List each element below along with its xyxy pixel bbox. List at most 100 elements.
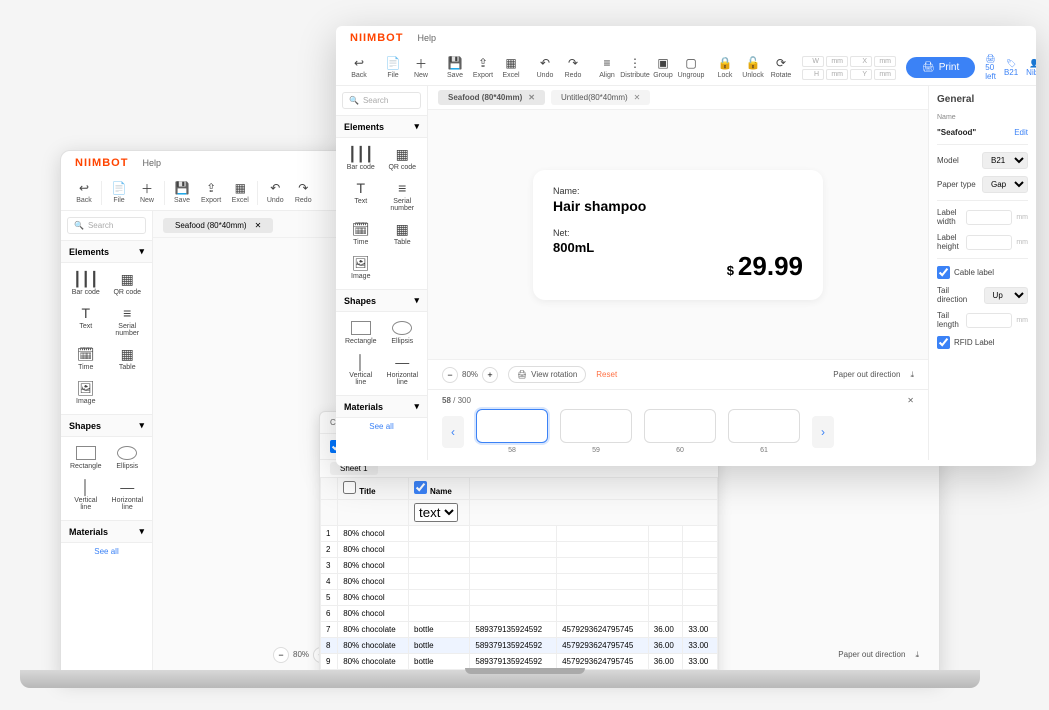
rotate-button[interactable]: ⟳Rotate <box>768 54 794 81</box>
redo-button[interactable]: ↷Redo <box>560 54 586 81</box>
new-button[interactable]: ＋New <box>134 179 160 206</box>
model-select[interactable]: B21 <box>982 152 1028 169</box>
export-button[interactable]: ⇪Export <box>470 54 496 81</box>
table-row[interactable]: 580% chocol <box>321 590 718 606</box>
col-name-checkbox[interactable] <box>414 481 427 494</box>
label-preview[interactable]: Name: Hair shampoo Net: 800mL $29.99 <box>533 170 823 300</box>
thumbnail[interactable] <box>644 409 716 443</box>
image-element[interactable]: 🖼Image <box>342 253 380 283</box>
help-link[interactable]: Help <box>417 33 436 43</box>
barcode-element[interactable]: ┃┃┃Bar code <box>342 144 380 174</box>
save-button[interactable]: 💾Save <box>169 179 195 206</box>
ungroup-button[interactable]: ▢Ungroup <box>678 54 704 81</box>
file-button[interactable]: 📄File <box>106 179 132 206</box>
help-link[interactable]: Help <box>142 158 161 168</box>
materials-header[interactable]: Materials▾ <box>61 520 152 543</box>
vline-shape[interactable]: │Vertical line <box>342 352 380 389</box>
thumbnail[interactable] <box>476 409 548 443</box>
tail-dir-select[interactable]: Up <box>984 287 1028 304</box>
undo-button[interactable]: ↶Undo <box>262 179 288 206</box>
col-title-checkbox[interactable] <box>343 481 356 494</box>
serial-element[interactable]: ≡Serial number <box>109 303 147 340</box>
edit-link[interactable]: Edit <box>1014 128 1028 137</box>
text-element[interactable]: TText <box>67 303 105 340</box>
close-icon[interactable]: ✕ <box>907 396 914 405</box>
image-element[interactable]: 🖼Image <box>67 378 105 408</box>
distribute-button[interactable]: ⋮Distribute <box>622 54 648 81</box>
align-button[interactable]: ≡Align <box>594 54 620 81</box>
table-row[interactable]: 280% chocol <box>321 542 718 558</box>
thumbnail[interactable] <box>560 409 632 443</box>
ellipsis-shape[interactable]: Ellipsis <box>109 443 147 473</box>
table-row[interactable]: 480% chocol <box>321 574 718 590</box>
table-element[interactable]: ▦Table <box>109 344 147 374</box>
rectangle-shape[interactable]: Rectangle <box>342 318 380 348</box>
user-icon[interactable]: 👤 <box>1029 59 1036 68</box>
excel-button[interactable]: ▦Excel <box>227 179 253 206</box>
close-icon[interactable]: ✕ <box>528 93 535 102</box>
lock-button[interactable]: 🔒Lock <box>712 54 738 81</box>
zoom-out-button[interactable]: − <box>273 647 289 663</box>
see-all-link[interactable]: See all <box>61 543 152 560</box>
time-element[interactable]: 🗓Time <box>67 344 105 374</box>
zoom-in-button[interactable]: + <box>482 367 498 383</box>
new-button[interactable]: ＋New <box>408 54 434 81</box>
redo-button[interactable]: ↷Redo <box>290 179 316 206</box>
export-button[interactable]: ⇪Export <box>197 179 225 206</box>
table-row[interactable]: 680% chocol <box>321 606 718 622</box>
view-rotation-button[interactable]: 🖨View rotation <box>508 366 586 383</box>
table-row[interactable]: 180% chocol <box>321 526 718 542</box>
serial-element[interactable]: ≡Serial number <box>384 178 422 215</box>
doc-tab-second[interactable]: Untitled(80*40mm)✕ <box>551 90 650 105</box>
back-button[interactable]: ↩Back <box>71 179 97 206</box>
dimension-inputs[interactable]: WmmXmm HmmYmm <box>802 56 896 80</box>
hline-shape[interactable]: —Horizontal line <box>109 477 147 514</box>
qrcode-element[interactable]: ▦QR code <box>109 269 147 299</box>
print-button[interactable]: 🖨Print <box>906 57 975 78</box>
zoom-out-button[interactable]: − <box>442 367 458 383</box>
tail-len-input[interactable] <box>966 313 1012 328</box>
shapes-header[interactable]: Shapes▾ <box>61 414 152 437</box>
table-row[interactable]: 380% chocol <box>321 558 718 574</box>
label-height-input[interactable] <box>966 235 1012 250</box>
doc-tab-active[interactable]: Seafood (80*40mm)✕ <box>438 90 545 105</box>
hline-shape[interactable]: —Horizontal line <box>384 352 422 389</box>
file-button[interactable]: 📄File <box>380 54 406 81</box>
unlock-button[interactable]: 🔓Unlock <box>740 54 766 81</box>
label-width-input[interactable] <box>966 210 1012 225</box>
thumb-prev-button[interactable]: ‹ <box>442 416 464 448</box>
rectangle-shape[interactable]: Rectangle <box>67 443 105 473</box>
group-button[interactable]: ▣Group <box>650 54 676 81</box>
elements-header[interactable]: Elements▾ <box>336 115 427 138</box>
thumb-next-button[interactable]: › <box>812 416 834 448</box>
shapes-header[interactable]: Shapes▾ <box>336 289 427 312</box>
table-row[interactable]: 880% chocolatebottle58937913592459245792… <box>321 638 718 654</box>
search-input[interactable]: 🔍Search <box>67 217 146 234</box>
search-input[interactable]: 🔍Search <box>342 92 421 109</box>
text-element[interactable]: TText <box>342 178 380 215</box>
doc-tab-back[interactable]: Seafood (80*40mm)✕ <box>163 218 273 233</box>
excel-button[interactable]: ▦Excel <box>498 54 524 81</box>
see-all-link[interactable]: See all <box>336 418 427 435</box>
elements-header[interactable]: Elements▾ <box>61 240 152 263</box>
rfid-checkbox[interactable] <box>937 336 950 349</box>
vline-shape[interactable]: │Vertical line <box>67 477 105 514</box>
close-icon[interactable]: ✕ <box>255 221 262 230</box>
ellipse-icon <box>392 321 412 335</box>
materials-header[interactable]: Materials▾ <box>336 395 427 418</box>
time-element[interactable]: 🗓Time <box>342 219 380 249</box>
ellipsis-shape[interactable]: Ellipsis <box>384 318 422 348</box>
qrcode-element[interactable]: ▦QR code <box>384 144 422 174</box>
barcode-element[interactable]: ┃┃┃Bar code <box>67 269 105 299</box>
table-row[interactable]: 780% chocolatebottle58937913592459245792… <box>321 622 718 638</box>
back-button[interactable]: ↩Back <box>346 54 372 81</box>
cable-label-checkbox[interactable] <box>937 266 950 279</box>
undo-button[interactable]: ↶Undo <box>532 54 558 81</box>
paper-type-select[interactable]: Gap <box>982 176 1028 193</box>
reset-link[interactable]: Reset <box>596 370 617 379</box>
col-type-select[interactable]: text <box>414 503 458 522</box>
thumbnail[interactable] <box>728 409 800 443</box>
table-element[interactable]: ▦Table <box>384 219 422 249</box>
save-button[interactable]: 💾Save <box>442 54 468 81</box>
close-icon[interactable]: ✕ <box>634 93 641 102</box>
